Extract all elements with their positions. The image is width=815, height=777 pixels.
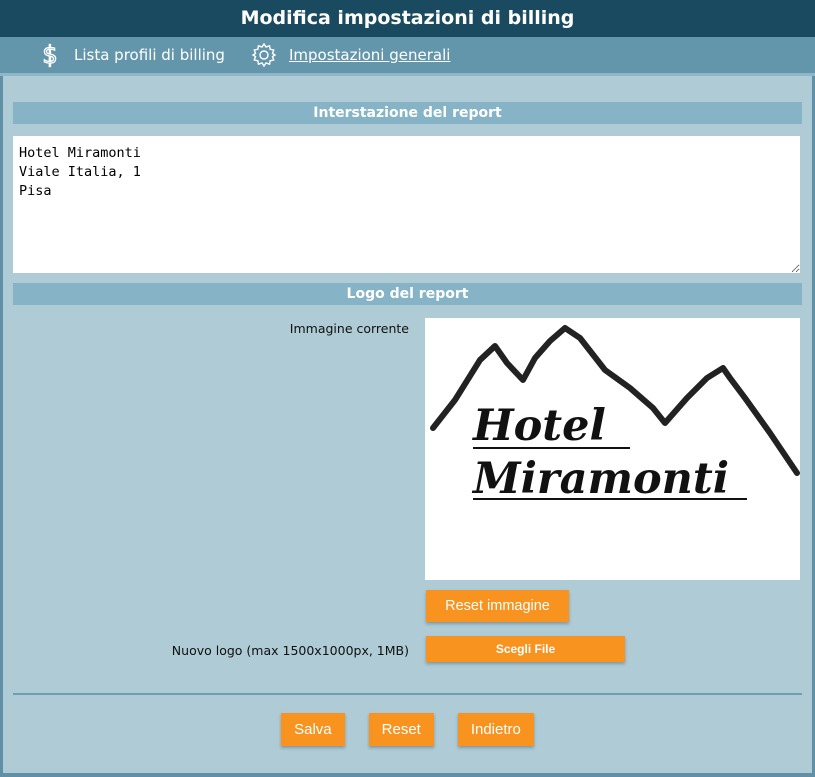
new-logo-label: Nuovo logo (max 1500x1000px, 1MB) [171,643,409,658]
back-button[interactable]: Indietro [457,713,534,746]
window-title: Modifica impostazioni di billing [0,0,815,37]
logo-section: Immagine corrente Hotel Miramonti Reset … [13,305,802,685]
nav-bar: $ Lista profili di billing Impostazioni … [0,37,815,76]
reset-button[interactable]: Reset [368,713,434,746]
dollar-icon: $ [38,42,62,68]
nav-item-label: Impostazioni generali [288,46,451,64]
billing-settings-window: Modifica impostazioni di billing $ Lista… [0,0,815,777]
current-logo-image: Hotel Miramonti [425,318,800,580]
report-heading-textarea[interactable] [13,136,800,273]
reset-image-button[interactable]: Reset immagine [426,590,569,622]
divider [13,693,802,695]
save-button[interactable]: Salva [281,713,345,746]
logo-text-line2: Miramonti [471,454,729,504]
choose-file-button[interactable]: Scegli File [426,636,625,662]
report-logo-section-title: Logo del report [13,283,802,305]
nav-item-general-settings[interactable]: Impostazioni generali [251,42,450,68]
report-heading-section-title: Interstazione del report [13,102,802,124]
svg-text:$: $ [42,42,57,68]
nav-item-label: Lista profili di billing [74,46,225,64]
gear-icon [251,42,277,68]
nav-item-billing-profiles[interactable]: $ Lista profili di billing [38,42,225,68]
logo-text-line1: Hotel [471,401,606,451]
action-buttons: Salva Reset Indietro [13,713,802,746]
current-image-label: Immagine corrente [289,321,409,336]
